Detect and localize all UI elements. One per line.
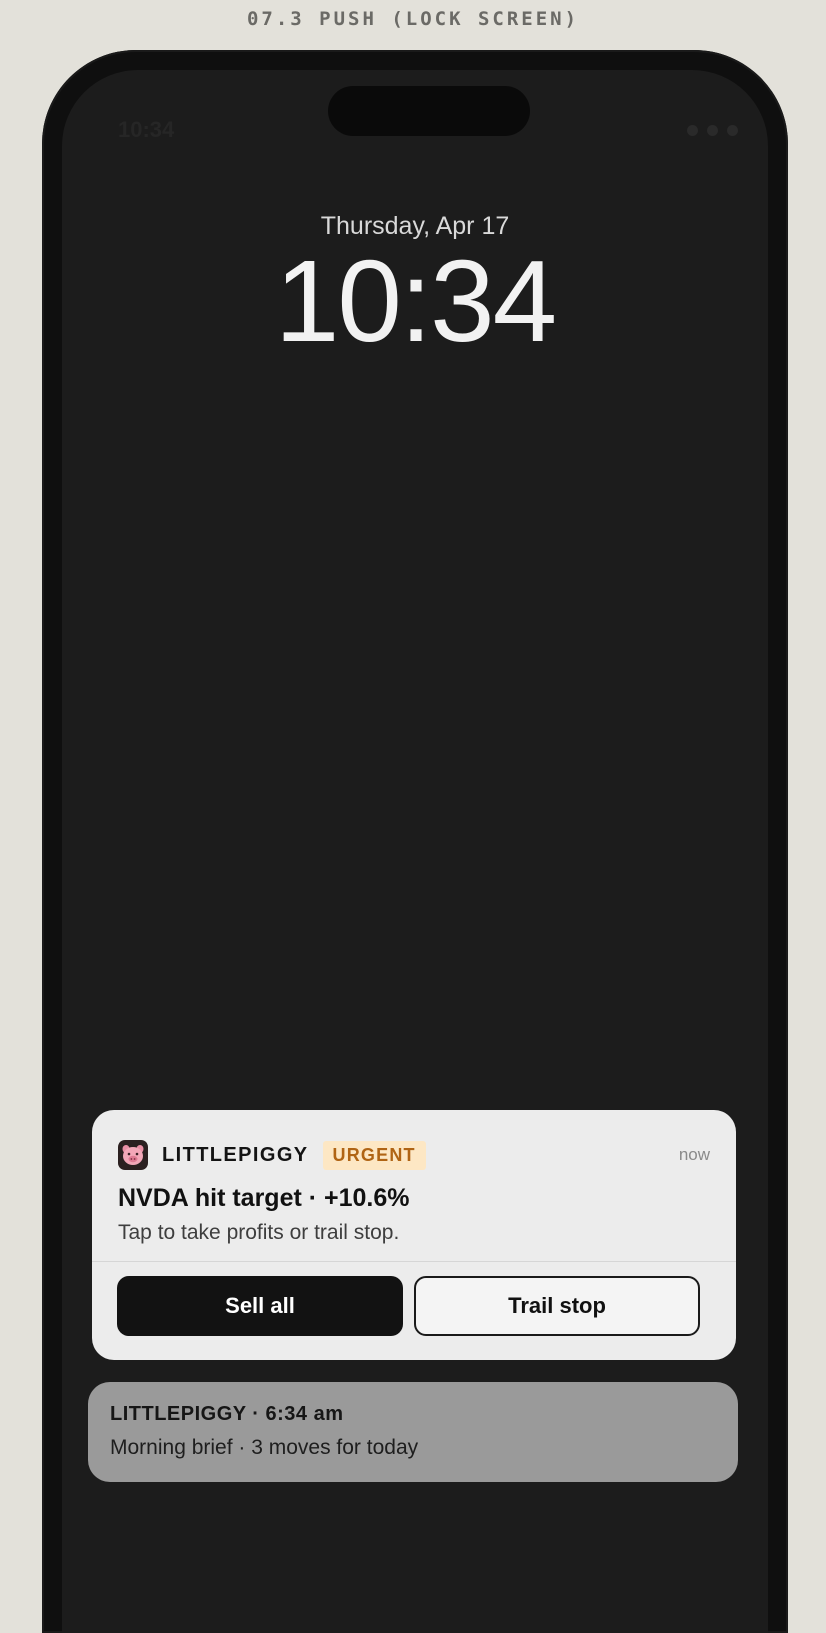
earlier-notification-body: Morning brief · 3 moves for today	[110, 1436, 419, 1459]
earlier-notification[interactable]: LITTLEPIGGY · 6:34 am Morning brief · 3 …	[88, 1382, 738, 1482]
lock-screen-clock: 10:34	[274, 236, 557, 366]
status-bar-indicators	[687, 125, 738, 136]
trail-stop-button[interactable]: Trail stop	[414, 1276, 700, 1336]
notification-divider	[92, 1261, 736, 1262]
phone-frame: 10:34 Thursday, Apr 17 10:34 LITTLEPIGGY…	[42, 50, 788, 1633]
pig-face-icon	[118, 1140, 148, 1170]
status-bar-time: 10:34	[118, 117, 175, 142]
notification-body: Tap to take profits or trail stop.	[118, 1221, 400, 1244]
status-dot-icon	[687, 125, 698, 136]
sell-all-button[interactable]: Sell all	[117, 1276, 403, 1336]
section-label: 07.3 PUSH (LOCK SCREEN)	[246, 8, 580, 30]
notification-app-name: LITTLEPIGGY	[162, 1143, 309, 1166]
notification-timestamp: now	[678, 1145, 710, 1164]
notification-header: LITTLEPIGGY URGENT now	[118, 1138, 710, 1172]
page: 07.3 PUSH (LOCK SCREEN) 10:34 Thursday, …	[0, 0, 826, 1633]
status-dot-icon	[707, 125, 718, 136]
earlier-notification-title: LITTLEPIGGY · 6:34 am	[110, 1403, 344, 1425]
status-dot-icon	[727, 125, 738, 136]
urgent-badge: URGENT	[322, 1140, 426, 1170]
dynamic-island	[328, 86, 530, 136]
notification-title: NVDA hit target · +10.6%	[118, 1184, 410, 1212]
lock-screen: 10:34 Thursday, Apr 17 10:34 LITTLEPIGGY…	[62, 70, 768, 1633]
push-notification[interactable]: LITTLEPIGGY URGENT now NVDA hit target ·…	[92, 1110, 736, 1360]
